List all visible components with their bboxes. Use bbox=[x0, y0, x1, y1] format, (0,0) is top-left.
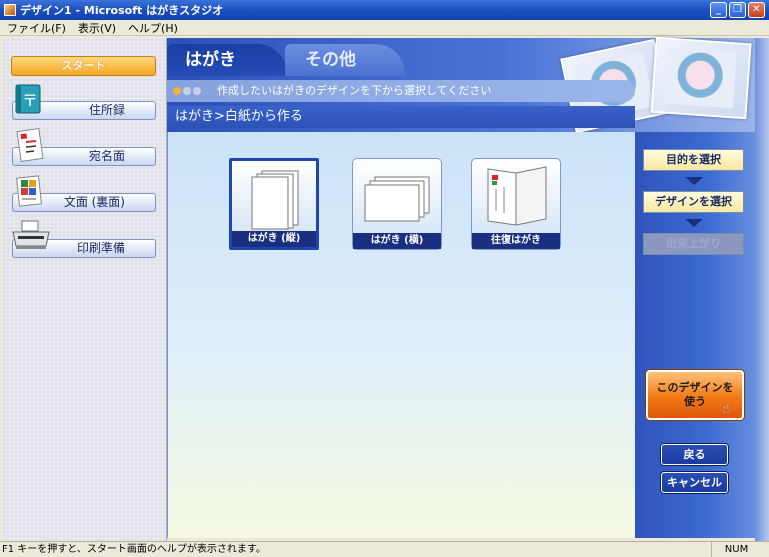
window-title: デザイン1 - Microsoft はがきスタジオ bbox=[20, 4, 224, 17]
breadcrumb: はがき>白紙から作る bbox=[167, 106, 635, 128]
status-bar: F1 キーを押すと、スタート画面のヘルプが表示されます。 NUM bbox=[0, 541, 769, 557]
step-finished: 出来上がり bbox=[643, 233, 744, 255]
reply-postcard-icon bbox=[487, 166, 547, 226]
printer-icon bbox=[12, 220, 50, 249]
menu-bar: ファイル(F) 表示(V) ヘルプ(H) bbox=[0, 20, 769, 36]
card-reply-postcard[interactable]: 往復はがき bbox=[471, 158, 561, 250]
header: はがき その他 作成したいはがきのデザインを下から選択してください はがき>白紙… bbox=[167, 36, 755, 134]
sidebar-start-button[interactable]: スタート bbox=[11, 56, 156, 76]
tab-hagaki[interactable]: はがき bbox=[167, 44, 287, 76]
use-button-line1: このデザインを bbox=[656, 381, 734, 394]
instruction-bar: 作成したいはがきのデザインを下から選択してください bbox=[167, 80, 635, 102]
menu-view[interactable]: 表示(V) bbox=[75, 20, 119, 36]
app-icon bbox=[4, 4, 16, 16]
card-label: はがき (横) bbox=[353, 233, 441, 249]
step-choose-purpose: 目的を選択 bbox=[643, 149, 744, 171]
sidebar-item-label: 宛名面 bbox=[88, 149, 125, 163]
sidebar: スタート 住所録 〒 宛名面 文面 (裏面) 印刷準備 bbox=[2, 38, 167, 541]
window-edge bbox=[755, 38, 769, 541]
step-arrow-icon bbox=[685, 219, 703, 227]
restore-icon[interactable]: ❐ bbox=[729, 2, 746, 18]
wizard-panel: 目的を選択 デザインを選択 出来上がり このデザインを 使う ☝ 戻る キャンセ… bbox=[635, 132, 755, 538]
card-hagaki-horizontal[interactable]: はがき (横) bbox=[352, 158, 442, 250]
close-icon[interactable]: ✕ bbox=[748, 2, 765, 18]
status-text: F1 キーを押すと、スタート画面のヘルプが表示されます。 bbox=[2, 544, 266, 555]
menu-help[interactable]: ヘルプ(H) bbox=[125, 20, 181, 36]
hand-cursor-icon: ☝ bbox=[722, 401, 731, 417]
window-controls: _ ❐ ✕ bbox=[710, 2, 765, 18]
design-selection-area: はがき (縦) はがき (横) 往復はがき bbox=[167, 132, 635, 538]
use-this-design-button[interactable]: このデザインを 使う ☝ bbox=[646, 370, 744, 420]
tab-other[interactable]: その他 bbox=[285, 44, 405, 76]
menu-file[interactable]: ファイル(F) bbox=[4, 20, 69, 36]
title-bar: デザイン1 - Microsoft はがきスタジオ _ ❐ ✕ bbox=[0, 0, 769, 20]
sidebar-item-label: 住所録 bbox=[88, 103, 125, 117]
instruction-text: 作成したいはがきのデザインを下から選択してください bbox=[217, 84, 492, 97]
step-arrow-icon bbox=[685, 177, 703, 185]
sidebar-item-label: 文面 (裏面) bbox=[63, 195, 125, 209]
design-page-icon bbox=[16, 175, 42, 207]
step-choose-design: デザインを選択 bbox=[643, 191, 744, 213]
vertical-postcard-icon bbox=[251, 170, 299, 230]
num-lock-indicator: NUM bbox=[711, 542, 761, 557]
cancel-button[interactable]: キャンセル bbox=[661, 472, 728, 493]
back-button[interactable]: 戻る bbox=[661, 444, 728, 465]
progress-dots bbox=[173, 87, 201, 95]
address-book-icon: 〒 bbox=[15, 84, 41, 114]
card-label: 往復はがき bbox=[472, 233, 560, 249]
horizontal-postcard-icon bbox=[364, 176, 430, 222]
sidebar-item-label: 印刷準備 bbox=[76, 241, 125, 255]
decorative-postcard-image bbox=[650, 36, 752, 120]
address-card-icon bbox=[16, 128, 44, 162]
card-hagaki-vertical[interactable]: はがき (縦) bbox=[229, 158, 319, 250]
minimize-icon[interactable]: _ bbox=[710, 2, 727, 18]
card-label: はがき (縦) bbox=[232, 231, 316, 247]
svg-text:〒: 〒 bbox=[22, 91, 38, 110]
